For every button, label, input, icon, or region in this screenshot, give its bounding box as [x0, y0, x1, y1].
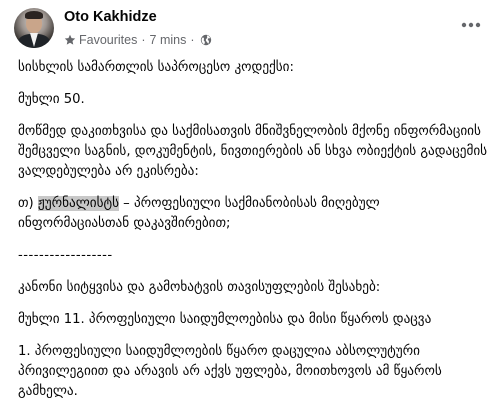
highlighted-word[interactable]: ჟურნალისტს [37, 196, 119, 211]
meta-separator-2: · [190, 33, 195, 47]
avatar-hair [25, 11, 43, 19]
code-title: სისხლის სამართლის საპროცესო კოდექსი: [18, 60, 294, 75]
avatar[interactable] [14, 8, 54, 48]
divider: ------------------ [18, 248, 113, 263]
meta-separator: · [141, 33, 146, 47]
audience-label[interactable]: Favourites [79, 33, 137, 47]
post-timestamp[interactable]: 7 mins [150, 33, 187, 47]
article-50-clause: თ) ჟურნალისტს – პროფესიული საქმიანობისას… [18, 194, 488, 234]
author-name[interactable]: Oto Kakhidze [64, 9, 157, 25]
post-meta: Favourites · 7 mins · [64, 32, 212, 48]
article-50-text: მოწმედ დაკითხვისა და საქმისათვის მნიშვნე… [18, 124, 488, 179]
post-header: Oto Kakhidze Favourites · 7 mins · [14, 8, 486, 54]
article-11-text: 1. პროფესიული საიდუმლოების წყარო დაცულია… [18, 344, 442, 399]
star-icon [64, 34, 76, 46]
post-body: სისხლის სამართლის საპროცესო კოდექსი: მუხ… [18, 58, 488, 414]
clause-prefix: თ) [18, 196, 38, 211]
article-50-heading: მუხლი 50. [18, 92, 85, 107]
law-title: კანონი სიტყვისა და გამოხატვის თავისუფლებ… [18, 280, 381, 295]
more-options-button[interactable] [458, 12, 484, 38]
more-options-icon [461, 22, 481, 28]
article-11-heading: მუხლი 11. პროფესიული საიდუმლოებისა და მი… [18, 312, 432, 327]
globe-icon [200, 34, 212, 46]
